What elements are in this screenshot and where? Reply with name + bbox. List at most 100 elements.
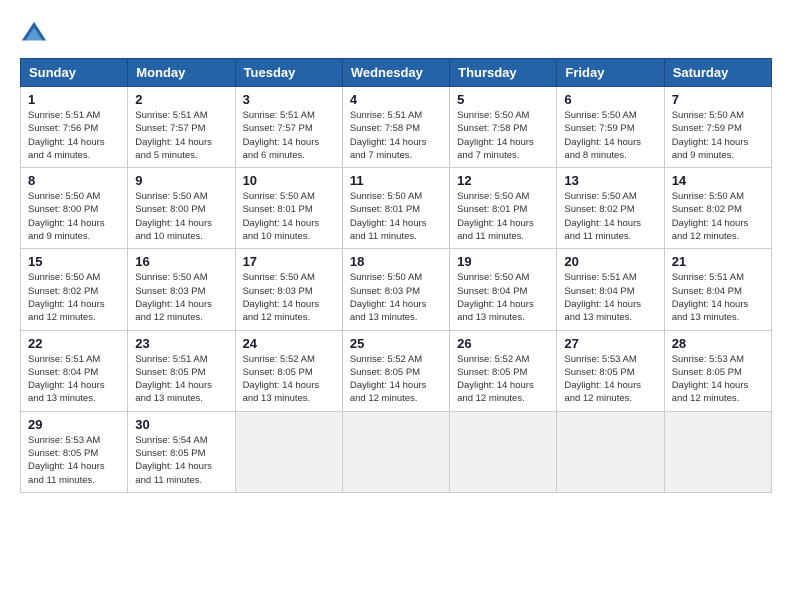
day-number: 8: [28, 173, 120, 188]
weekday-header-monday: Monday: [128, 59, 235, 87]
day-number: 20: [564, 254, 656, 269]
day-number: 17: [243, 254, 335, 269]
weekday-header-row: SundayMondayTuesdayWednesdayThursdayFrid…: [21, 59, 772, 87]
calendar-cell: 8 Sunrise: 5:50 AMSunset: 8:00 PMDayligh…: [21, 168, 128, 249]
day-info: Sunrise: 5:51 AMSunset: 7:56 PMDaylight:…: [28, 109, 120, 162]
calendar-cell: 14 Sunrise: 5:50 AMSunset: 8:02 PMDaylig…: [664, 168, 771, 249]
logo: [20, 20, 52, 48]
day-number: 2: [135, 92, 227, 107]
week-row-4: 22 Sunrise: 5:51 AMSunset: 8:04 PMDaylig…: [21, 330, 772, 411]
calendar-cell: [450, 411, 557, 492]
day-info: Sunrise: 5:51 AMSunset: 7:57 PMDaylight:…: [243, 109, 335, 162]
day-number: 30: [135, 417, 227, 432]
day-number: 24: [243, 336, 335, 351]
day-number: 1: [28, 92, 120, 107]
calendar-cell: [342, 411, 449, 492]
day-info: Sunrise: 5:50 AMSunset: 8:04 PMDaylight:…: [457, 271, 549, 324]
week-row-3: 15 Sunrise: 5:50 AMSunset: 8:02 PMDaylig…: [21, 249, 772, 330]
calendar-cell: 7 Sunrise: 5:50 AMSunset: 7:59 PMDayligh…: [664, 87, 771, 168]
day-info: Sunrise: 5:50 AMSunset: 8:03 PMDaylight:…: [350, 271, 442, 324]
calendar-cell: 16 Sunrise: 5:50 AMSunset: 8:03 PMDaylig…: [128, 249, 235, 330]
page-header: [20, 20, 772, 48]
calendar-cell: 24 Sunrise: 5:52 AMSunset: 8:05 PMDaylig…: [235, 330, 342, 411]
day-number: 7: [672, 92, 764, 107]
day-number: 22: [28, 336, 120, 351]
calendar-cell: 27 Sunrise: 5:53 AMSunset: 8:05 PMDaylig…: [557, 330, 664, 411]
calendar-cell: 3 Sunrise: 5:51 AMSunset: 7:57 PMDayligh…: [235, 87, 342, 168]
day-number: 9: [135, 173, 227, 188]
day-number: 3: [243, 92, 335, 107]
day-number: 5: [457, 92, 549, 107]
calendar-cell: 19 Sunrise: 5:50 AMSunset: 8:04 PMDaylig…: [450, 249, 557, 330]
weekday-header-sunday: Sunday: [21, 59, 128, 87]
calendar-cell: 28 Sunrise: 5:53 AMSunset: 8:05 PMDaylig…: [664, 330, 771, 411]
day-info: Sunrise: 5:50 AMSunset: 8:01 PMDaylight:…: [350, 190, 442, 243]
calendar-cell: 11 Sunrise: 5:50 AMSunset: 8:01 PMDaylig…: [342, 168, 449, 249]
week-row-2: 8 Sunrise: 5:50 AMSunset: 8:00 PMDayligh…: [21, 168, 772, 249]
week-row-5: 29 Sunrise: 5:53 AMSunset: 8:05 PMDaylig…: [21, 411, 772, 492]
calendar-cell: 10 Sunrise: 5:50 AMSunset: 8:01 PMDaylig…: [235, 168, 342, 249]
day-info: Sunrise: 5:50 AMSunset: 8:02 PMDaylight:…: [564, 190, 656, 243]
calendar-cell: [557, 411, 664, 492]
day-number: 4: [350, 92, 442, 107]
day-number: 11: [350, 173, 442, 188]
day-info: Sunrise: 5:51 AMSunset: 8:04 PMDaylight:…: [672, 271, 764, 324]
day-info: Sunrise: 5:51 AMSunset: 7:58 PMDaylight:…: [350, 109, 442, 162]
day-number: 15: [28, 254, 120, 269]
day-number: 13: [564, 173, 656, 188]
day-number: 21: [672, 254, 764, 269]
week-row-1: 1 Sunrise: 5:51 AMSunset: 7:56 PMDayligh…: [21, 87, 772, 168]
calendar-cell: 13 Sunrise: 5:50 AMSunset: 8:02 PMDaylig…: [557, 168, 664, 249]
day-info: Sunrise: 5:53 AMSunset: 8:05 PMDaylight:…: [564, 353, 656, 406]
day-info: Sunrise: 5:51 AMSunset: 8:05 PMDaylight:…: [135, 353, 227, 406]
calendar-cell: 20 Sunrise: 5:51 AMSunset: 8:04 PMDaylig…: [557, 249, 664, 330]
day-number: 6: [564, 92, 656, 107]
calendar-cell: [664, 411, 771, 492]
calendar-cell: [235, 411, 342, 492]
weekday-header-thursday: Thursday: [450, 59, 557, 87]
calendar-cell: 4 Sunrise: 5:51 AMSunset: 7:58 PMDayligh…: [342, 87, 449, 168]
calendar-cell: 22 Sunrise: 5:51 AMSunset: 8:04 PMDaylig…: [21, 330, 128, 411]
day-number: 28: [672, 336, 764, 351]
calendar-cell: 26 Sunrise: 5:52 AMSunset: 8:05 PMDaylig…: [450, 330, 557, 411]
day-number: 25: [350, 336, 442, 351]
day-number: 26: [457, 336, 549, 351]
day-info: Sunrise: 5:50 AMSunset: 7:59 PMDaylight:…: [672, 109, 764, 162]
day-number: 14: [672, 173, 764, 188]
day-number: 10: [243, 173, 335, 188]
day-info: Sunrise: 5:54 AMSunset: 8:05 PMDaylight:…: [135, 434, 227, 487]
day-info: Sunrise: 5:50 AMSunset: 7:59 PMDaylight:…: [564, 109, 656, 162]
day-info: Sunrise: 5:53 AMSunset: 8:05 PMDaylight:…: [28, 434, 120, 487]
day-info: Sunrise: 5:50 AMSunset: 8:02 PMDaylight:…: [672, 190, 764, 243]
calendar-cell: 6 Sunrise: 5:50 AMSunset: 7:59 PMDayligh…: [557, 87, 664, 168]
day-info: Sunrise: 5:52 AMSunset: 8:05 PMDaylight:…: [243, 353, 335, 406]
calendar-cell: 9 Sunrise: 5:50 AMSunset: 8:00 PMDayligh…: [128, 168, 235, 249]
weekday-header-tuesday: Tuesday: [235, 59, 342, 87]
day-number: 19: [457, 254, 549, 269]
day-number: 29: [28, 417, 120, 432]
logo-icon: [20, 20, 48, 48]
day-info: Sunrise: 5:50 AMSunset: 8:03 PMDaylight:…: [243, 271, 335, 324]
day-number: 27: [564, 336, 656, 351]
calendar-cell: 23 Sunrise: 5:51 AMSunset: 8:05 PMDaylig…: [128, 330, 235, 411]
weekday-header-saturday: Saturday: [664, 59, 771, 87]
calendar-cell: 21 Sunrise: 5:51 AMSunset: 8:04 PMDaylig…: [664, 249, 771, 330]
day-number: 16: [135, 254, 227, 269]
calendar-cell: 15 Sunrise: 5:50 AMSunset: 8:02 PMDaylig…: [21, 249, 128, 330]
day-info: Sunrise: 5:52 AMSunset: 8:05 PMDaylight:…: [350, 353, 442, 406]
calendar-table: SundayMondayTuesdayWednesdayThursdayFrid…: [20, 58, 772, 493]
weekday-header-friday: Friday: [557, 59, 664, 87]
day-info: Sunrise: 5:53 AMSunset: 8:05 PMDaylight:…: [672, 353, 764, 406]
day-info: Sunrise: 5:50 AMSunset: 8:00 PMDaylight:…: [135, 190, 227, 243]
calendar-cell: 29 Sunrise: 5:53 AMSunset: 8:05 PMDaylig…: [21, 411, 128, 492]
calendar-cell: 12 Sunrise: 5:50 AMSunset: 8:01 PMDaylig…: [450, 168, 557, 249]
day-info: Sunrise: 5:50 AMSunset: 8:01 PMDaylight:…: [243, 190, 335, 243]
day-info: Sunrise: 5:50 AMSunset: 8:03 PMDaylight:…: [135, 271, 227, 324]
day-number: 18: [350, 254, 442, 269]
day-info: Sunrise: 5:50 AMSunset: 7:58 PMDaylight:…: [457, 109, 549, 162]
day-info: Sunrise: 5:50 AMSunset: 8:01 PMDaylight:…: [457, 190, 549, 243]
calendar-cell: 17 Sunrise: 5:50 AMSunset: 8:03 PMDaylig…: [235, 249, 342, 330]
calendar-cell: 5 Sunrise: 5:50 AMSunset: 7:58 PMDayligh…: [450, 87, 557, 168]
day-info: Sunrise: 5:51 AMSunset: 7:57 PMDaylight:…: [135, 109, 227, 162]
day-number: 12: [457, 173, 549, 188]
